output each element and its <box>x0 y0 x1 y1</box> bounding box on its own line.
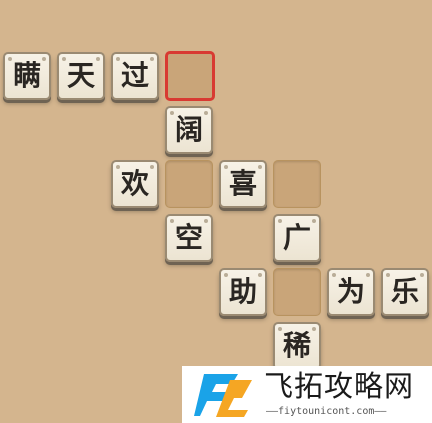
tile-r3c5[interactable]: 广 <box>273 214 321 262</box>
tile-r1c3[interactable]: 阔 <box>165 106 213 154</box>
tile-r5c5[interactable]: 稀 <box>273 322 321 370</box>
watermark-url: ——fiytounicont.com—— <box>266 406 387 417</box>
tile-char: 欢 <box>120 167 149 200</box>
site-logo-icon <box>194 374 252 417</box>
tile-char: 乐 <box>390 275 419 308</box>
empty-slot-r2c5[interactable] <box>273 160 321 208</box>
site-watermark: 飞拓攻略网 ——fiytounicont.com—— <box>182 366 432 423</box>
tile-r4c6[interactable]: 为 <box>327 268 375 316</box>
tile-r3c3[interactable]: 空 <box>165 214 213 262</box>
empty-slot-selected[interactable] <box>165 51 215 101</box>
tile-char: 助 <box>228 275 257 308</box>
tile-char: 为 <box>336 275 365 308</box>
tile-char: 天 <box>66 59 95 92</box>
tile-char: 空 <box>174 221 203 254</box>
empty-slot-r2c3[interactable] <box>165 160 213 208</box>
tile-char: 阔 <box>174 113 203 146</box>
tile-char: 过 <box>120 59 149 92</box>
tile-r0c1[interactable]: 天 <box>57 52 105 100</box>
tile-r2c2[interactable]: 欢 <box>111 160 159 208</box>
empty-slot-r4c5[interactable] <box>273 268 321 316</box>
tile-r4c7[interactable]: 乐 <box>381 268 429 316</box>
tile-char: 广 <box>282 221 311 254</box>
tile-char: 稀 <box>282 329 311 362</box>
tile-char: 瞒 <box>12 59 41 92</box>
watermark-title: 飞拓攻略网 <box>264 369 415 403</box>
tile-char: 喜 <box>228 167 257 200</box>
tile-r0c2[interactable]: 过 <box>111 52 159 100</box>
tile-r4c4[interactable]: 助 <box>219 268 267 316</box>
puzzle-board: 瞒 天 过 阔 欢 喜 空 广 助 为 乐 稀 <box>0 0 432 423</box>
tile-r0c0[interactable]: 瞒 <box>3 52 51 100</box>
tile-r2c4[interactable]: 喜 <box>219 160 267 208</box>
